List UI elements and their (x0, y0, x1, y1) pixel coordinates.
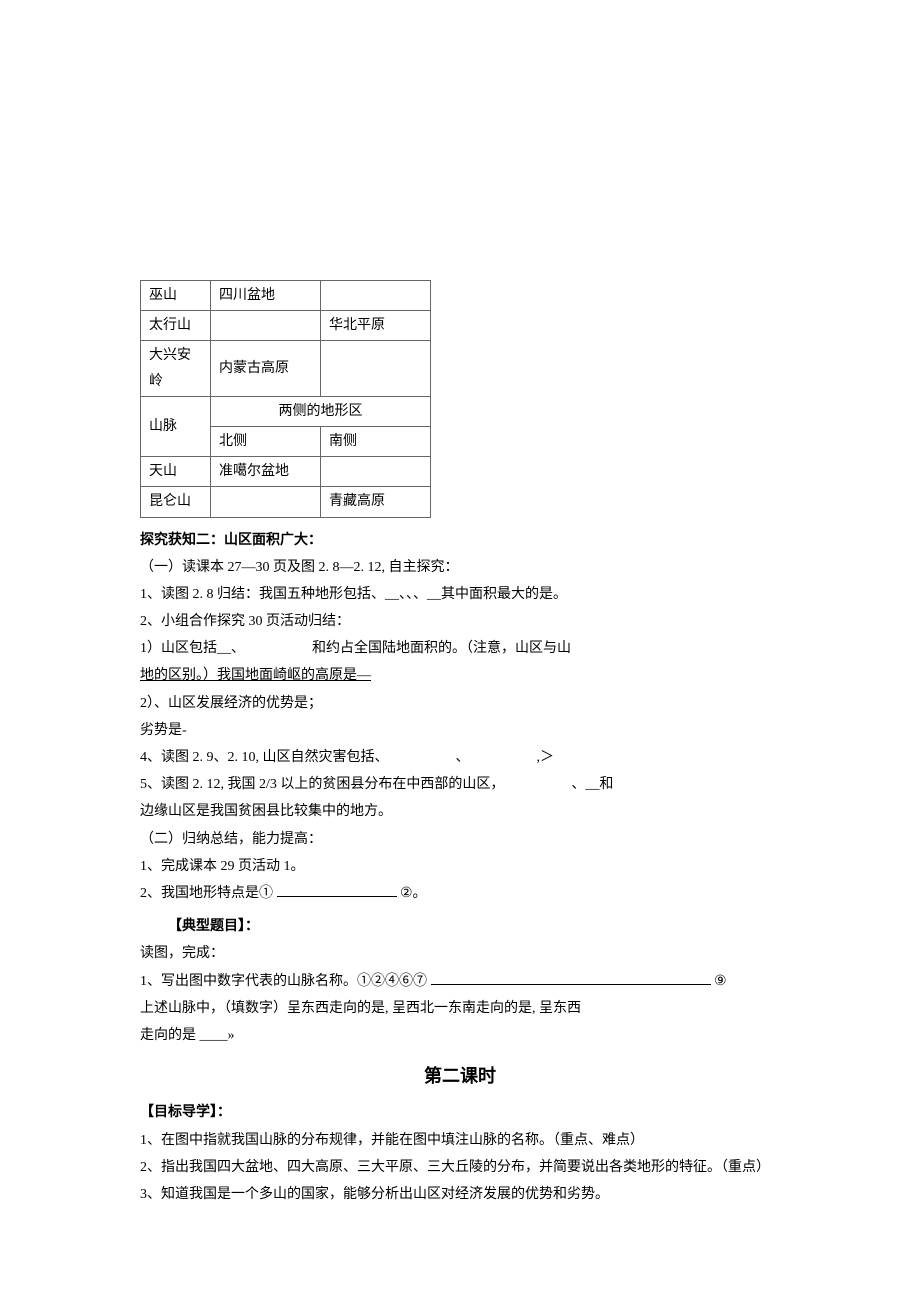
text-fragment: 5、读图 2. 12, 我国 2/3 以上的贫困县分布在中西部的山区， (140, 777, 504, 792)
text-fragment: ②。 (400, 886, 427, 901)
lesson2-goal1: 1、在图中指就我国山脉的分布规律，并能在图中填注山脉的名称。（重点、难点） (140, 1128, 780, 1153)
cell-header: 两侧的地形区 (211, 396, 431, 426)
cell-header: 南侧 (321, 426, 431, 456)
section2-item2-1c: 地的区别。）我国地面崎岖的高原是— (140, 663, 780, 688)
text-fragment: 1）山区包括__、 (140, 641, 245, 656)
cell-mountain: 巫山 (141, 281, 211, 311)
table-row: 昆仑山 青藏高原 (141, 487, 431, 517)
text-fragment-underline: 地的区别。）我国地面崎岖的高原是— (140, 668, 371, 683)
cell-terrain (321, 341, 431, 396)
section2-item4: 4、读图 2. 9、2. 10, 山区自然灾害包括、 、 ,＞ (140, 745, 780, 770)
section2-title: 探究获知二：山区面积广大： (140, 528, 780, 553)
terrain-table: 巫山 四川盆地 太行山 华北平原 大兴安岭 内蒙古高原 山脉 两侧的地形区 北侧… (140, 280, 431, 518)
section2-item2-2a: 2）、山区发展经济的优势是； (140, 691, 780, 716)
typical-q1: 1、写出图中数字代表的山脉名称。①②④⑥⑦ ⑨ (140, 969, 780, 994)
text-fragment: 2、我国地形特点是① (140, 886, 277, 901)
cell-terrain (321, 457, 431, 487)
text-fragment: 、 (456, 750, 470, 765)
lesson2-goal3: 3、知道我国是一个多山的国家，能够分析出山区对经济发展的优势和劣势。 (140, 1182, 780, 1207)
table-row: 天山 准噶尔盆地 (141, 457, 431, 487)
section2-item5: 5、读图 2. 12, 我国 2/3 以上的贫困县分布在中西部的山区， 、__和 (140, 772, 780, 797)
blank-line (431, 984, 711, 985)
cell-terrain: 青藏高原 (321, 487, 431, 517)
section2-part2-1: 1、完成课本 29 页活动 1。 (140, 854, 780, 879)
section2-item2-2b: 劣势是- (140, 718, 780, 743)
cell-terrain (321, 281, 431, 311)
cell-terrain: 内蒙古高原 (211, 341, 321, 396)
cell-terrain: 准噶尔盆地 (211, 457, 321, 487)
section2-item2: 2、小组合作探究 30 页活动归结： (140, 609, 780, 634)
section2-item1: 1、读图 2. 8 归结：我国五种地形包括、__、、、__其中面积最大的是。 (140, 582, 780, 607)
cell-terrain (211, 311, 321, 341)
cell-header: 北侧 (211, 426, 321, 456)
cell-terrain: 华北平原 (321, 311, 431, 341)
typical-q1d: 走向的是 ____» (140, 1023, 780, 1048)
cell-header: 山脉 (141, 396, 211, 456)
lesson2-goal-title: 【目标导学】： (140, 1100, 780, 1125)
text-fragment: 4、读图 2. 9、2. 10, 山区自然灾害包括、 (140, 750, 389, 765)
section2-item2-1: 1）山区包括__、 和约占全国陆地面积的。（注意，山区与山 (140, 636, 780, 661)
section2-part2-intro: （二）归纳总结，能力提高： (140, 827, 780, 852)
table-row: 太行山 华北平原 (141, 311, 431, 341)
lesson2-goal2: 2、指出我国四大盆地、四大高原、三大平原、三大丘陵的分布，并简要说出各类地形的特… (140, 1155, 780, 1180)
cell-mountain: 天山 (141, 457, 211, 487)
section2-part1-intro: （一）读课本 27—30 页及图 2. 8—2. 12, 自主探究： (140, 555, 780, 580)
table-row: 大兴安岭 内蒙古高原 (141, 341, 431, 396)
table-header-row: 山脉 两侧的地形区 (141, 396, 431, 426)
text-fragment: 和约占全国陆地面积的。（注意，山区与山 (312, 641, 571, 656)
cell-terrain (211, 487, 321, 517)
cell-mountain: 大兴安岭 (141, 341, 211, 396)
blank-line (277, 896, 397, 897)
text-fragment: 1、写出图中数字代表的山脉名称。①②④⑥⑦ (140, 974, 427, 989)
table-row: 巫山 四川盆地 (141, 281, 431, 311)
typical-title: 【典型题目】： (140, 914, 780, 939)
section2-item5c: 边缘山区是我国贫困县比较集中的地方。 (140, 799, 780, 824)
text-fragment: ⑨ (714, 974, 727, 989)
text-fragment: 、__和 (571, 777, 613, 792)
section2-part2-2: 2、我国地形特点是① ②。 (140, 881, 780, 906)
text-fragment: ,＞ (537, 750, 555, 765)
cell-terrain: 四川盆地 (211, 281, 321, 311)
lesson2-title: 第二课时 (140, 1060, 780, 1092)
cell-mountain: 昆仑山 (141, 487, 211, 517)
typical-q1c: 上述山脉中，（填数字）呈东西走向的是, 呈西北一东南走向的是, 呈东西 (140, 996, 780, 1021)
cell-mountain: 太行山 (141, 311, 211, 341)
typical-intro: 读图，完成： (140, 941, 780, 966)
